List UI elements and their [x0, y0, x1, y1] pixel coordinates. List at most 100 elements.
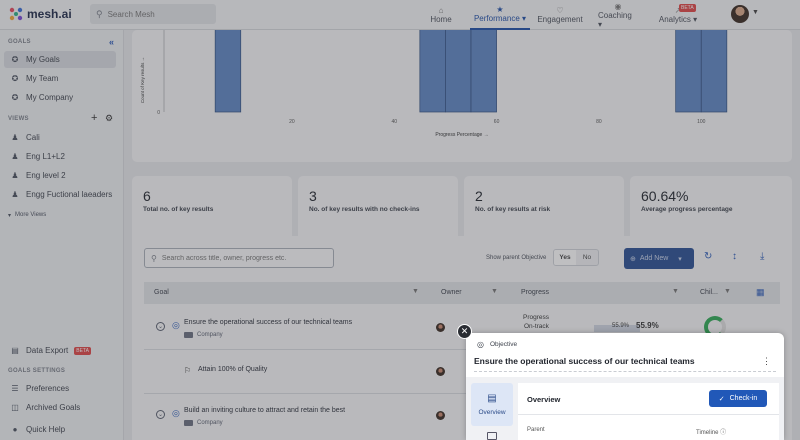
sidebar-item-label: My Goals [26, 55, 60, 64]
col-child[interactable]: Chil... [700, 289, 718, 296]
sidebar-item-label: Preferences [26, 384, 70, 393]
sidebar-preferences[interactable]: ☰ Preferences [4, 380, 116, 397]
nav-performance[interactable]: ★ Performance ▾ [470, 0, 530, 30]
user-avatar[interactable] [731, 5, 749, 23]
sidebar: GOALS « ✪ My Goals ✪ My Team ✪ My Compan… [0, 30, 124, 440]
expand-icon[interactable]: ⌄ [156, 410, 165, 419]
histogram-bar[interactable] [419, 27, 446, 113]
more-views-label: More Views [15, 212, 47, 218]
sidebar-item-my-goals[interactable]: ✪ My Goals [4, 51, 116, 68]
sidebar-data-export[interactable]: ▤ Data Export BETA [4, 342, 116, 359]
chevron-down-icon: ▾ [8, 213, 12, 219]
close-icon[interactable]: ✕ [457, 324, 472, 339]
progress-histogram-card: 20 40 60 80 100 0 Progress Percentage → Count… [132, 27, 792, 162]
more-options-icon[interactable]: ⋮ [762, 356, 771, 367]
sidebar-item-label: Archived Goals [26, 403, 81, 412]
goal-title[interactable]: Attain 100% of Quality [198, 366, 267, 373]
nav-home[interactable]: ⌂ Home [428, 0, 454, 30]
histogram-bar[interactable] [675, 27, 702, 113]
progress-label: Progress [523, 314, 550, 321]
objective-icon: ◎ [477, 340, 484, 349]
objective-tag: ◎ Objective [477, 340, 517, 349]
expand-icon[interactable]: ⌄ [156, 322, 165, 331]
export-icon: ▤ [11, 346, 19, 355]
sidebar-view-eng-level-2[interactable]: ♟ Eng level 2 [4, 167, 116, 184]
trophy-icon: ★ [496, 5, 504, 14]
stat-label: No. of key results with no check-ins [309, 206, 420, 213]
sidebar-item-label: Engg Fuctional laeaders [26, 190, 113, 199]
collapse-all-icon[interactable]: ↕ [732, 251, 737, 262]
tab-overview[interactable]: ▤ Overview [471, 383, 513, 426]
status-text: On-track [524, 323, 549, 330]
filter-icon[interactable]: ▼ [724, 288, 731, 295]
filter-icon[interactable]: ▼ [491, 288, 498, 295]
show-parent-toggle: Yes No [553, 249, 599, 266]
sidebar-item-label: Eng level 2 [26, 171, 66, 180]
histogram-bar[interactable] [214, 27, 242, 113]
nav-performance-label: Performance ▾ [473, 14, 527, 23]
team-icon: ✪ [11, 74, 19, 83]
histogram-bar[interactable] [445, 27, 472, 113]
col-progress[interactable]: Progress [521, 289, 549, 296]
sidebar-view-eng-l1-l2[interactable]: ♟ Eng L1+L2 [4, 148, 116, 165]
sidebar-view-engg-functional[interactable]: ♟ Engg Fuctional laeaders [4, 186, 116, 203]
objective-detail-panel: ◎ Objective Ensure the operational succe… [466, 333, 784, 440]
goal-title[interactable]: Build an inviting culture to attract and… [184, 407, 345, 414]
x-tick-label: 20 [289, 119, 295, 125]
gear-icon[interactable]: ⚙ [105, 113, 113, 124]
nav-coaching[interactable]: ◉ Coaching ▾ [598, 0, 638, 30]
stat-label: Total no. of key results [143, 206, 214, 213]
progress-small-pct: 55.9% [612, 323, 630, 329]
sidebar-view-cali[interactable]: ♟ Cali [4, 129, 116, 146]
toggle-no[interactable]: No [576, 250, 598, 265]
more-views-link[interactable]: ▾ More Views [8, 212, 46, 219]
check-in-button[interactable]: ✓ Check-in [709, 390, 767, 407]
histogram-bar[interactable] [700, 27, 728, 113]
columns-icon[interactable]: ▦ [756, 287, 765, 298]
group-icon: ♟ [11, 152, 19, 161]
group-icon: ♟ [11, 171, 19, 180]
global-search[interactable]: ⚲ [90, 4, 216, 24]
sidebar-quick-help[interactable]: ● Quick Help [4, 421, 116, 438]
coaching-icon: ◉ [614, 1, 622, 11]
collapse-sidebar-icon[interactable]: « [109, 37, 114, 47]
nav-coaching-label: Coaching ▾ [598, 10, 632, 29]
table-search[interactable]: ⚲ [144, 248, 334, 268]
owner-avatar[interactable] [436, 367, 445, 376]
x-tick-label: 100 [697, 119, 706, 125]
owner-avatar[interactable] [436, 411, 445, 420]
sidebar-item-label: My Team [26, 74, 59, 83]
add-view-icon[interactable]: + [91, 112, 97, 124]
histogram-bar[interactable] [470, 27, 497, 113]
filter-icon[interactable]: ▼ [412, 288, 419, 295]
col-owner[interactable]: Owner [441, 289, 462, 296]
toggle-yes[interactable]: Yes [554, 250, 576, 265]
panel-title: Ensure the operational success of our te… [474, 356, 695, 366]
global-search-input[interactable] [107, 9, 208, 19]
download-icon[interactable]: ⤓ [760, 251, 764, 262]
nav-engagement[interactable]: ♡ Engagement [537, 0, 582, 30]
help-icon: ● [12, 425, 18, 434]
group-icon: ♟ [11, 133, 19, 142]
home-icon: ⌂ [438, 6, 444, 15]
group-icon: ♟ [11, 190, 19, 199]
sidebar-item-my-team[interactable]: ✪ My Team [4, 70, 116, 87]
archive-icon: ◫ [11, 403, 19, 412]
add-new-button[interactable]: ⊕ Add New ▾ [624, 248, 694, 269]
logo[interactable]: mesh.ai [8, 6, 72, 22]
check-circle-icon: ✓ [718, 395, 725, 403]
x-tick-label: 60 [494, 119, 500, 125]
chevron-down-icon[interactable]: ▼ [752, 9, 759, 16]
tab-secondary-icon[interactable] [487, 432, 497, 440]
table-search-input[interactable] [161, 254, 332, 262]
app-name: mesh.ai [27, 7, 72, 21]
col-goal[interactable]: Goal [154, 289, 169, 296]
owner-avatar[interactable] [436, 323, 445, 332]
refresh-icon[interactable]: ↻ [704, 251, 712, 262]
goal-title[interactable]: Ensure the operational success of our te… [184, 319, 352, 326]
filter-icon[interactable]: ▼ [672, 288, 679, 295]
sidebar-archived-goals[interactable]: ◫ Archived Goals [4, 399, 116, 416]
views-header: VIEWS [8, 116, 29, 122]
sidebar-item-my-company[interactable]: ✪ My Company [4, 89, 116, 106]
stat-value: 3 [309, 188, 317, 204]
